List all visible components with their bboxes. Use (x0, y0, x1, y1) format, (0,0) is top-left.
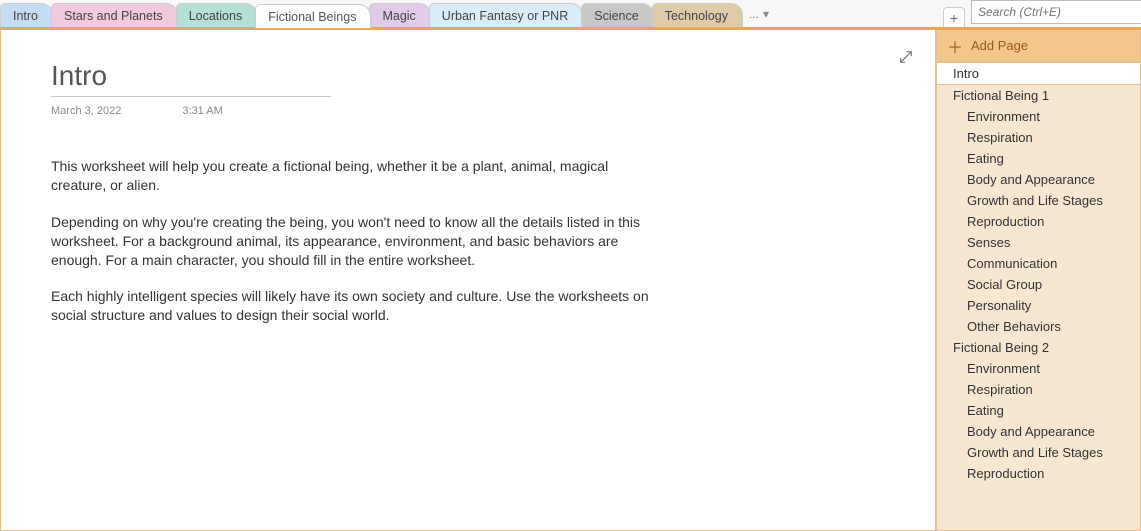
page-list-item[interactable]: Reproduction (937, 211, 1140, 232)
tab-technology[interactable]: Technology (652, 3, 743, 27)
chevron-down-icon: ▾ (763, 7, 769, 21)
tab-fictional-beings[interactable]: Fictional Beings (255, 4, 371, 28)
page-list-item[interactable]: Communication (937, 253, 1140, 274)
page-list-item[interactable]: Growth and Life Stages (937, 442, 1140, 463)
page-list-item[interactable]: Eating (937, 400, 1140, 421)
page-list-item[interactable]: Growth and Life Stages (937, 190, 1140, 211)
tab-overflow-menu[interactable]: ... ▾ (741, 5, 777, 23)
page-list[interactable]: IntroFictional Being 1EnvironmentRespira… (937, 62, 1140, 530)
page-list-item[interactable]: Respiration (937, 127, 1140, 148)
tab-urban-fantasy-or-pnr[interactable]: Urban Fantasy or PNR (429, 3, 583, 27)
page-body[interactable]: This worksheet will help you create a fi… (51, 157, 651, 325)
page-list-item[interactable]: Fictional Being 1 (937, 85, 1140, 106)
page-list-panel: ＋ Add Page IntroFictional Being 1Environ… (936, 30, 1141, 531)
add-page-button[interactable]: ＋ Add Page (937, 30, 1140, 62)
ellipsis-icon: ... (749, 7, 759, 21)
tab-stars-and-planets[interactable]: Stars and Planets (51, 3, 178, 27)
page-meta: March 3, 2022 3:31 AM (51, 105, 885, 117)
section-tabstrip: Intro Stars and Planets Locations Fictio… (0, 0, 1141, 27)
tab-intro[interactable]: Intro (0, 3, 53, 27)
expand-icon (899, 50, 913, 64)
page-date: March 3, 2022 (51, 105, 121, 117)
page-list-item[interactable]: Social Group (937, 274, 1140, 295)
paragraph[interactable]: Each highly intelligent species will lik… (51, 287, 651, 325)
page-canvas[interactable]: Intro March 3, 2022 3:31 AM This workshe… (0, 30, 936, 531)
search-input[interactable] (972, 1, 1141, 23)
page-list-item[interactable]: Other Behaviors (937, 316, 1140, 337)
plus-icon: + (950, 10, 958, 26)
add-section-button[interactable]: + (943, 7, 965, 27)
page-list-item[interactable]: Body and Appearance (937, 169, 1140, 190)
page-list-item[interactable]: Reproduction (937, 463, 1140, 484)
add-page-label: Add Page (971, 38, 1028, 53)
fullscreen-button[interactable] (899, 50, 913, 67)
page-title[interactable]: Intro (51, 60, 331, 92)
page-list-item[interactable]: Eating (937, 148, 1140, 169)
tab-locations[interactable]: Locations (176, 3, 258, 27)
tab-magic[interactable]: Magic (369, 3, 430, 27)
search-box[interactable] (971, 0, 1141, 24)
paragraph[interactable]: This worksheet will help you create a fi… (51, 157, 651, 195)
page-list-item[interactable]: Senses (937, 232, 1140, 253)
page-list-item[interactable]: Body and Appearance (937, 421, 1140, 442)
title-underline (51, 96, 331, 97)
page-time: 3:31 AM (182, 105, 222, 117)
page-list-item[interactable]: Intro (937, 62, 1140, 85)
page-list-item[interactable]: Environment (937, 358, 1140, 379)
tab-science[interactable]: Science (581, 3, 653, 27)
paragraph[interactable]: Depending on why you're creating the bei… (51, 213, 651, 270)
plus-icon: ＋ (947, 34, 963, 58)
page-list-item[interactable]: Fictional Being 2 (937, 337, 1140, 358)
page-list-item[interactable]: Environment (937, 106, 1140, 127)
page-list-item[interactable]: Personality (937, 295, 1140, 316)
page-list-item[interactable]: Respiration (937, 379, 1140, 400)
